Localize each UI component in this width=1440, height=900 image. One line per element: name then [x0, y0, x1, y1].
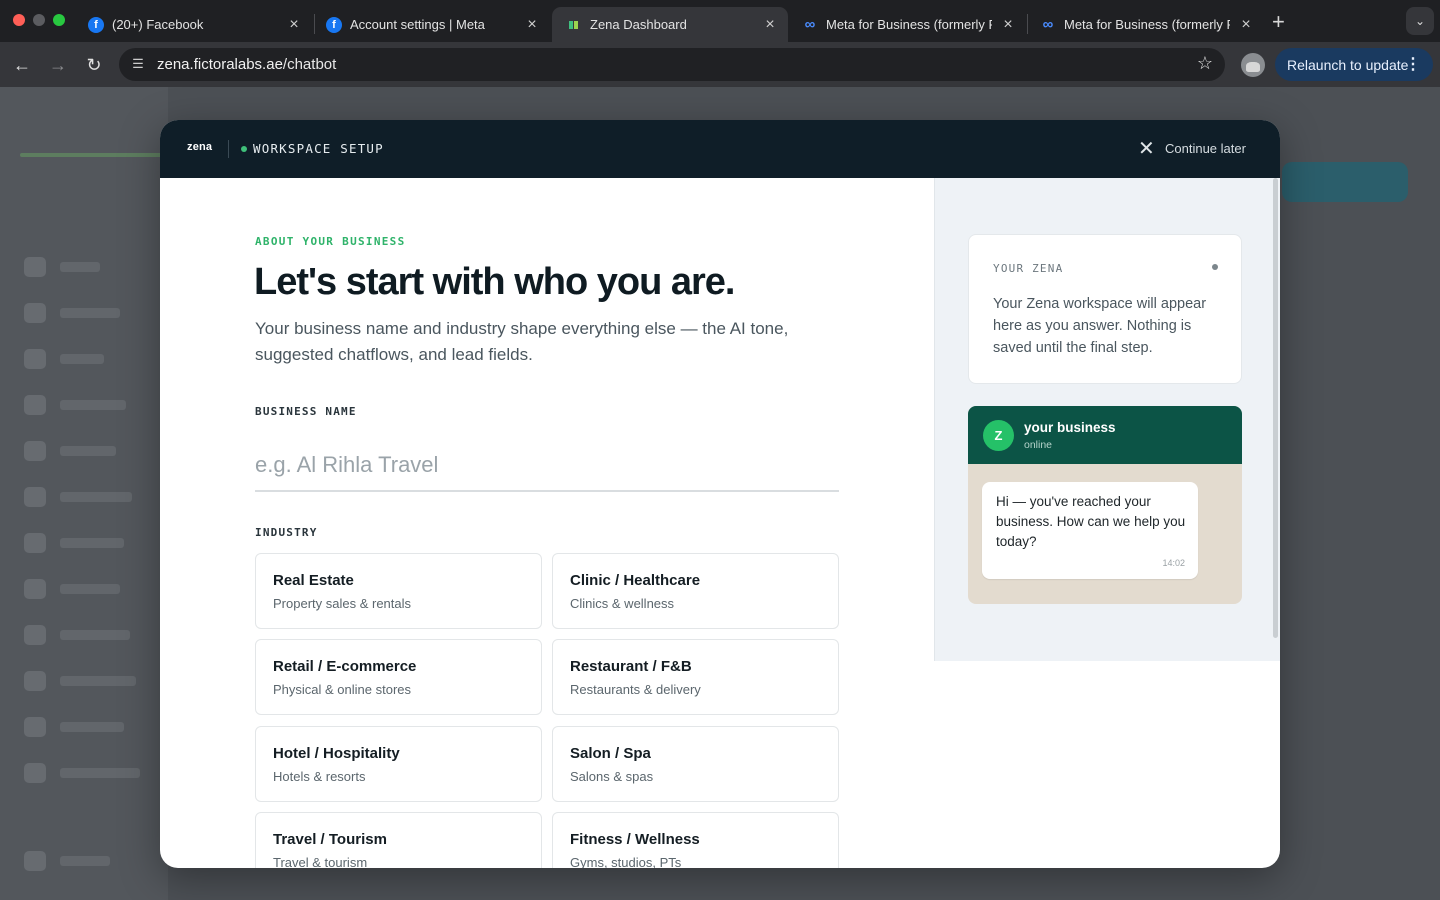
more-vertical-icon: ⋮ [1405, 56, 1421, 73]
industry-title: Retail / E-commerce [273, 658, 417, 675]
industry-option-real-estate[interactable]: Real Estate Property sales & rentals [255, 553, 542, 629]
industry-option-clinic-healthcare[interactable]: Clinic / Healthcare Clinics & wellness [552, 553, 839, 629]
tab-label: (20+) Facebook [112, 17, 204, 32]
background-button [1282, 162, 1408, 202]
page-title: Let's start with who you are. [254, 261, 735, 303]
chat-preview: Z your business online Hi — you've reach… [968, 406, 1242, 604]
your-zena-card: YOUR ZENA Your Zena workspace will appea… [968, 234, 1242, 384]
meta-icon: ∞ [804, 16, 816, 33]
address-bar[interactable]: ☰ zena.fictoralabs.ae/chatbot ☆ [119, 48, 1225, 81]
industry-subtitle: Clinics & wellness [570, 596, 675, 611]
industry-title: Real Estate [273, 572, 354, 589]
relaunch-to-update-button[interactable]: Relaunch to update ⋮ [1275, 48, 1433, 81]
tab-label: Meta for Business (formerly F [1064, 17, 1230, 32]
new-tab-icon[interactable]: + [1272, 9, 1285, 35]
chat-status: online [1024, 439, 1053, 451]
close-tab-icon[interactable]: × [286, 16, 302, 34]
business-name-input[interactable] [255, 440, 839, 492]
industry-title: Clinic / Healthcare [570, 572, 701, 589]
header-divider [228, 140, 229, 158]
industry-subtitle: Hotels & resorts [273, 769, 366, 784]
chat-message-bubble: Hi — you've reached your business. How c… [982, 482, 1198, 579]
industry-subtitle: Physical & online stores [273, 682, 412, 697]
industry-option-travel-tourism[interactable]: Travel / Tourism Travel & tourism [255, 812, 542, 868]
browser-tab-strip: f (20+) Facebook × f Account settings | … [0, 0, 1440, 42]
chat-header: Z your business online [968, 406, 1242, 464]
close-tab-icon[interactable]: × [1238, 16, 1254, 34]
close-tab-icon[interactable]: × [524, 16, 540, 34]
industry-subtitle: Gyms, studios, PTs [570, 855, 682, 868]
browser-tab[interactable]: ∞ Meta for Business (formerly F × [1026, 7, 1264, 42]
close-window-button[interactable] [13, 14, 25, 26]
close-icon[interactable]: ✕ [1138, 139, 1155, 159]
industry-title: Salon / Spa [570, 745, 651, 762]
url-text: zena.fictoralabs.ae/chatbot [157, 56, 337, 73]
tab-search-chevron-icon[interactable]: ⌄ [1406, 7, 1434, 35]
business-name-label: BUSINESS NAME [255, 405, 357, 418]
industry-title: Travel / Tourism [273, 831, 387, 848]
browser-tab-active[interactable]: Zena Dashboard × [552, 7, 788, 42]
forward-arrow-icon[interactable]: → [45, 52, 71, 78]
browser-toolbar: ← → ↻ ☰ zena.fictoralabs.ae/chatbot ☆ Re… [0, 42, 1440, 87]
chat-message-text: Hi — you've reached your business. How c… [996, 494, 1186, 549]
chat-business-name: your business [1024, 420, 1116, 435]
relaunch-label: Relaunch to update [1287, 56, 1409, 73]
continue-later-button[interactable]: Continue later [1165, 141, 1246, 156]
industry-title: Fitness / Wellness [570, 831, 700, 848]
browser-tab[interactable]: f Account settings | Meta × [312, 7, 550, 42]
tab-label: Meta for Business (formerly F [826, 17, 992, 32]
reload-icon[interactable]: ↻ [81, 52, 107, 78]
industry-title: Restaurant / F&B [570, 658, 692, 675]
tab-label: Zena Dashboard [590, 17, 687, 32]
preview-panel: YOUR ZENA Your Zena workspace will appea… [934, 178, 1280, 661]
maximize-window-button[interactable] [53, 14, 65, 26]
industry-subtitle: Restaurants & delivery [570, 682, 701, 697]
browser-tab[interactable]: ∞ Meta for Business (formerly F × [788, 7, 1026, 42]
tab-label: Account settings | Meta [350, 17, 485, 32]
modal-title: WORKSPACE SETUP [253, 141, 384, 156]
facebook-icon: f [88, 16, 104, 33]
workspace-setup-modal: zena WORKSPACE SETUP ✕ Continue later AB… [160, 120, 1280, 868]
profile-avatar[interactable] [1241, 53, 1265, 77]
facebook-icon: f [326, 16, 342, 33]
chat-avatar: Z [983, 420, 1014, 451]
industry-subtitle: Travel & tourism [273, 855, 368, 868]
zena-icon [566, 17, 582, 33]
industry-label: INDUSTRY [255, 526, 318, 539]
page-description: Your business name and industry shape ev… [255, 319, 789, 364]
section-kicker: ABOUT YOUR BUSINESS [255, 235, 406, 248]
industry-option-salon-spa[interactable]: Salon / Spa Salons & spas [552, 726, 839, 802]
industry-subtitle: Property sales & rentals [273, 596, 412, 611]
site-settings-icon[interactable]: ☰ [129, 56, 147, 72]
industry-option-hotel-hospitality[interactable]: Hotel / Hospitality Hotels & resorts [255, 726, 542, 802]
industry-option-restaurant-fnb[interactable]: Restaurant / F&B Restaurants & delivery [552, 639, 839, 715]
modal-header: zena WORKSPACE SETUP ✕ Continue later [160, 120, 1280, 178]
close-tab-icon[interactable]: × [1000, 16, 1016, 34]
industry-subtitle: Salons & spas [570, 769, 654, 784]
status-dot-icon [1212, 264, 1218, 270]
modal-body: ABOUT YOUR BUSINESS Let's start with who… [160, 178, 1280, 868]
background-sidebar [0, 87, 170, 900]
browser-tab[interactable]: f (20+) Facebook × [74, 7, 312, 42]
meta-icon: ∞ [1042, 16, 1054, 33]
status-dot-icon [241, 146, 247, 152]
your-zena-text: Your Zena workspace will appear here as … [993, 296, 1207, 356]
zena-logo: zena [187, 141, 213, 153]
chat-message-time: 14:02 [1162, 558, 1185, 568]
your-zena-label: YOUR ZENA [993, 262, 1064, 275]
back-arrow-icon[interactable]: ← [9, 52, 35, 78]
modal-scrollbar[interactable] [1273, 178, 1278, 638]
industry-option-fitness-wellness[interactable]: Fitness / Wellness Gyms, studios, PTs [552, 812, 839, 868]
minimize-window-button[interactable] [33, 14, 45, 26]
bookmark-star-icon[interactable]: ☆ [1197, 53, 1213, 74]
industry-title: Hotel / Hospitality [273, 745, 400, 762]
industry-option-retail-ecommerce[interactable]: Retail / E-commerce Physical & online st… [255, 639, 542, 715]
close-tab-icon[interactable]: × [762, 16, 778, 34]
